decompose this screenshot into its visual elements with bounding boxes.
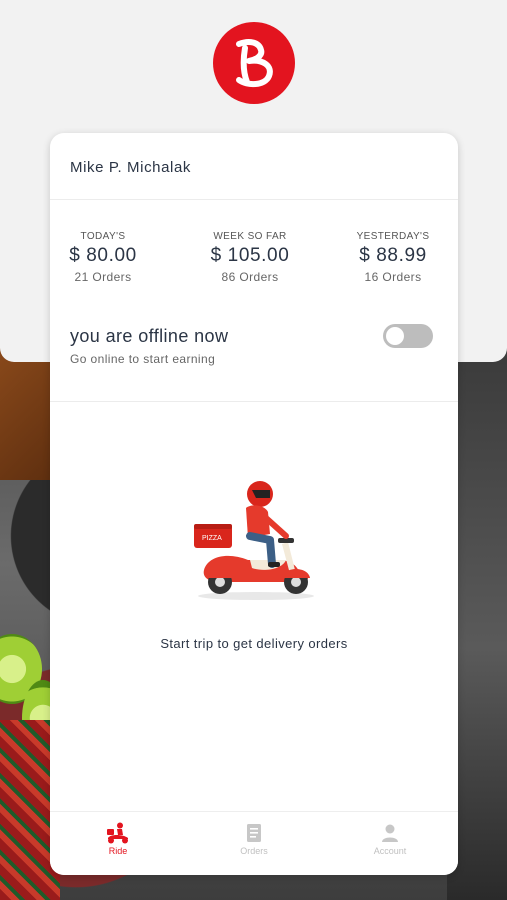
nav-item-ride[interactable]: Ride [50,822,186,856]
stat-yesterday: YESTERDAY'S $ 88.99 16 Orders [328,231,458,284]
driver-name: Mike P. Michalak [70,159,192,176]
stat-label: TODAY'S [80,231,126,242]
stat-orders: 21 Orders [74,270,132,284]
online-toggle[interactable] [383,324,433,348]
document-icon [247,824,261,842]
stat-amount: $ 88.99 [359,245,427,266]
scooter-delivery-illustration: PIZZA [194,481,314,600]
stat-week: WEEK SO FAR $ 105.00 86 Orders [185,231,315,284]
stat-amount: $ 80.00 [69,245,137,266]
brand-b-logo-icon [236,39,273,88]
status-title: you are offline now [70,326,229,346]
nav-label: Account [373,846,407,856]
scooter-icon [107,822,128,844]
nav-label: Orders [240,846,268,856]
nav-item-account[interactable]: Account [322,822,458,856]
brand-logo [213,22,295,104]
empty-state-message: Start trip to get delivery orders [160,636,348,651]
nav-label: Ride [108,846,128,856]
pizza-box-text: PIZZA [202,535,222,542]
status-subtitle: Go online to start earning [70,352,216,366]
stat-label: YESTERDAY'S [356,231,430,242]
person-icon [382,824,398,842]
stat-label: WEEK SO FAR [213,231,287,242]
bottom-nav: Ride Orders Account [50,811,458,875]
toggle-knob[interactable] [386,327,404,345]
stat-orders: 16 Orders [364,270,422,284]
stat-today: TODAY'S $ 80.00 21 Orders [50,231,168,284]
driver-card: Mike P. Michalak TODAY'S $ 80.00 21 Orde… [50,133,458,875]
stat-orders: 86 Orders [221,270,279,284]
stat-amount: $ 105.00 [210,245,290,266]
divider [50,401,458,402]
divider [50,199,458,200]
nav-item-orders[interactable]: Orders [186,822,322,856]
